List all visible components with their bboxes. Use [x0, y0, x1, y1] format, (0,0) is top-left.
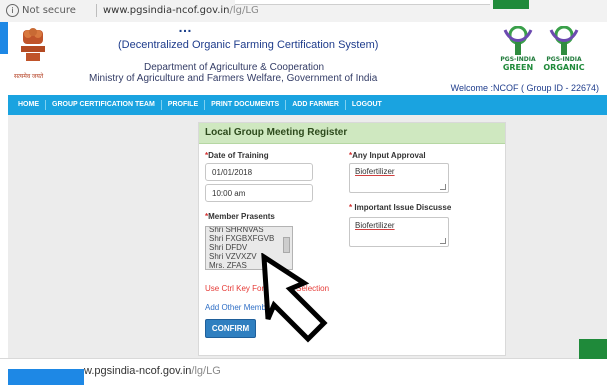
meeting-register-panel: Local Group Meeting Register *Date of Tr… — [198, 122, 506, 356]
member-option[interactable]: Shri DFDV — [209, 243, 274, 252]
resize-handle-icon[interactable] — [440, 238, 446, 244]
nav-profile[interactable]: PROFILE — [162, 100, 206, 110]
status-url: w.pgsindia-ncof.gov.in/lg/LG — [84, 365, 221, 377]
input-approval-label: *Any Input Approval — [349, 151, 426, 160]
security-label: Not secure — [22, 5, 76, 16]
date-of-training-label: *Date of Training — [205, 151, 269, 160]
pgs-green-logo-line1: PGS-INDIA — [500, 56, 536, 63]
nav-home[interactable]: HOME — [12, 100, 46, 110]
required-marker: * — [349, 203, 353, 212]
site-header: सत्यमेव जयते … (Decentralized Organic Fa… — [0, 19, 607, 95]
pgs-organic-logo-line2: ORGANIC — [543, 63, 585, 72]
welcome-text: Welcome :NCOF ( Group ID - 22674) — [450, 83, 599, 93]
resize-handle-icon[interactable] — [440, 184, 446, 190]
info-icon[interactable]: i — [6, 4, 19, 17]
ministry-name: Ministry of Agriculture and Farmers Welf… — [89, 73, 378, 84]
background-window-corner — [579, 339, 607, 359]
pointer-arrow-icon — [250, 252, 340, 345]
background-window-edge — [0, 22, 8, 54]
date-of-training-input[interactable]: 01/01/2018 — [205, 163, 313, 181]
member-option[interactable]: Shri SHRNVAS — [209, 227, 274, 234]
members-present-label: *Member Prasents — [205, 212, 275, 221]
background-window-strip — [235, 0, 490, 5]
member-option[interactable]: Shri FXGBXFGVB — [209, 234, 274, 243]
important-issue-label: * Important Issue Discusse — [349, 203, 452, 212]
scrollbar-thumb[interactable] — [283, 237, 290, 253]
panel-header: Local Group Meeting Register — [199, 123, 505, 144]
pgs-green-logo: PGS-INDIA GREEN — [497, 25, 539, 76]
national-emblem-icon — [18, 26, 48, 70]
background-window-corner — [493, 0, 529, 9]
emblem-caption: सत्यमेव जयते — [14, 74, 44, 80]
pgs-organic-logo-line1: PGS-INDIA — [546, 56, 582, 63]
pgs-organic-logo: PGS-INDIA ORGANIC — [543, 25, 585, 76]
nav-print-documents[interactable]: PRINT DOCUMENTS — [205, 100, 287, 110]
time-of-training-input[interactable]: 10:00 am — [205, 184, 313, 202]
address-url[interactable]: www.pgsindia-ncof.gov.in/lg/LG — [103, 5, 259, 16]
confirm-button[interactable]: CONFIRM — [205, 319, 256, 338]
main-nav: HOME GROUP CERTIFICATION TEAM PROFILE PR… — [8, 95, 607, 115]
status-bar: w.pgsindia-ncof.gov.in/lg/LG — [0, 339, 607, 385]
department-name: Department of Agriculture & Cooperation — [144, 62, 325, 73]
taskbar-edge — [8, 369, 84, 385]
pgs-green-logo-line2: GREEN — [502, 63, 534, 72]
nav-add-farmer[interactable]: ADD FARMER — [286, 100, 346, 110]
site-title-fragment: … — [178, 19, 193, 35]
important-issue-textarea[interactable]: Biofertilizer — [349, 217, 449, 247]
input-approval-textarea[interactable]: Biofertilizer — [349, 163, 449, 193]
nav-logout[interactable]: LOGOUT — [346, 100, 388, 110]
address-separator — [96, 4, 97, 17]
panel-title: Local Group Meeting Register — [205, 127, 348, 138]
nav-group-certification-team[interactable]: GROUP CERTIFICATION TEAM — [46, 100, 162, 110]
site-subtitle: (Decentralized Organic Farming Certifica… — [118, 39, 379, 51]
